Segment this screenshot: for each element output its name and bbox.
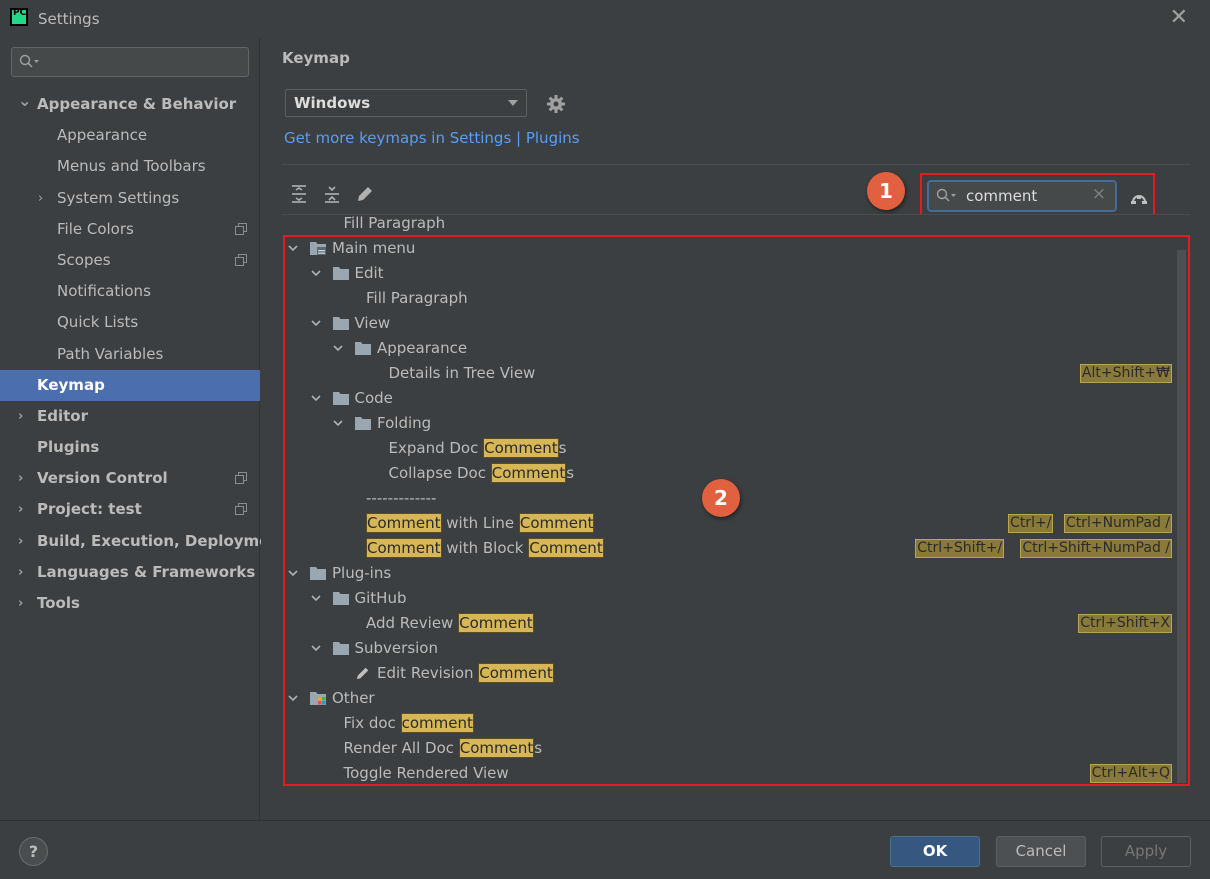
search-icon: [936, 188, 956, 202]
collapse-all-icon[interactable]: [321, 183, 343, 205]
sidebar-item-label: Notifications: [57, 282, 151, 301]
sidebar-item-label: Build, Execution, Deployment: [37, 531, 288, 550]
sidebar-item[interactable]: Quick Lists: [0, 307, 260, 338]
tree-row-label: Fill Paragraph: [343, 214, 446, 236]
project-level-icon: [235, 222, 247, 235]
tree-row[interactable]: Fill Paragraph: [282, 214, 1190, 236]
sidebar-item[interactable]: › System Settings: [0, 183, 260, 214]
help-button[interactable]: ?: [19, 837, 48, 866]
sidebar-item[interactable]: › Editor: [0, 401, 260, 432]
callout-badge-1: 1: [867, 172, 905, 210]
sidebar-item-label: Path Variables: [57, 344, 164, 363]
sidebar-item-label: Editor: [37, 406, 88, 425]
sidebar-item[interactable]: › Version Control: [0, 463, 260, 494]
ok-button[interactable]: OK: [890, 836, 980, 867]
sidebar-item-label: System Settings: [57, 188, 180, 207]
chevron-right-icon[interactable]: ›: [38, 183, 43, 214]
sidebar-item-label: Version Control: [37, 469, 168, 488]
sidebar-item-label: Quick Lists: [57, 313, 139, 332]
sidebar-item-label: Keymap: [37, 375, 105, 394]
sidebar-item[interactable]: Appearance: [0, 120, 260, 151]
sidebar-item[interactable]: File Colors: [0, 214, 260, 245]
sidebar-item-label: Tools: [37, 594, 80, 612]
chevron-down-icon: [508, 100, 518, 106]
project-level-icon: [235, 253, 247, 266]
clear-search-icon[interactable]: ×: [1092, 184, 1106, 204]
sidebar-item[interactable]: Menus and Toolbars: [0, 151, 260, 182]
sidebar-item[interactable]: ⌄ Appearance & Behavior: [0, 89, 260, 120]
get-more-keymaps-link[interactable]: Get more keymaps in Settings | Plugins: [284, 129, 580, 147]
chevron-right-icon[interactable]: ›: [18, 401, 23, 432]
sidebar-item-label: File Colors: [57, 219, 134, 238]
search-value: comment: [966, 187, 1038, 205]
cancel-button[interactable]: Cancel: [996, 836, 1086, 867]
sidebar-item[interactable]: › Tools: [0, 588, 260, 619]
sidebar-item-label: Menus and Toolbars: [57, 157, 206, 176]
sidebar-item-label: Scopes: [57, 250, 111, 269]
find-by-shortcut-icon[interactable]: [1128, 186, 1150, 208]
settings-nav: ⌄ Appearance & Behavior Appearance Menus an…: [0, 89, 287, 619]
chevron-right-icon[interactable]: ›: [18, 463, 23, 494]
keymap-select-value: Windows: [294, 94, 371, 112]
sidebar-item-label: Appearance & Behavior: [37, 95, 237, 113]
expand-all-icon[interactable]: [288, 183, 310, 205]
apply-button[interactable]: Apply: [1101, 836, 1191, 867]
chevron-right-icon[interactable]: ›: [18, 526, 23, 557]
sidebar-item-label: Languages & Frameworks: [37, 562, 256, 581]
close-icon[interactable]: ✕: [1170, 7, 1188, 29]
chevron-right-icon[interactable]: ›: [18, 557, 23, 588]
divider: [282, 164, 1190, 165]
pycharm-logo-icon: [10, 8, 28, 26]
chevron-right-icon[interactable]: ›: [18, 494, 23, 525]
edit-pencil-icon[interactable]: [354, 183, 376, 205]
sidebar-item[interactable]: › Languages & Frameworks: [0, 557, 260, 588]
chevron-right-icon[interactable]: ›: [18, 588, 23, 619]
settings-sidebar: ⌄ Appearance & Behavior Appearance Menus an…: [0, 38, 287, 820]
sidebar-item-label: Plugins: [37, 438, 100, 457]
title-bar: Settings ✕: [0, 0, 1210, 38]
dialog-footer: ? OK Cancel Apply: [0, 820, 1210, 879]
sidebar-item[interactable]: Path Variables: [0, 339, 260, 370]
project-level-icon: [235, 503, 247, 516]
chevron-down-icon[interactable]: ⌄: [18, 85, 31, 116]
project-level-icon: [235, 472, 247, 485]
tree-scrollbar[interactable]: [1177, 250, 1186, 783]
sidebar-item-label: Appearance: [57, 126, 148, 145]
keymap-select[interactable]: Windows: [285, 89, 527, 117]
sidebar-item[interactable]: Notifications: [0, 276, 260, 307]
page-title: Keymap: [282, 49, 350, 67]
sidebar-item[interactable]: › Build, Execution, Deployment: [0, 526, 287, 557]
gear-icon[interactable]: [545, 93, 567, 115]
search-icon: [19, 54, 39, 68]
label-text: Fill Paragraph: [343, 214, 446, 232]
sidebar-item[interactable]: › Project: test: [0, 494, 260, 525]
annotation-box-results: [283, 235, 1190, 786]
sidebar-search-input[interactable]: [11, 47, 249, 77]
sidebar-item[interactable]: Scopes: [0, 245, 260, 276]
sidebar-item-label: Project: test: [37, 500, 142, 519]
sidebar-item[interactable]: Plugins: [0, 432, 260, 463]
window-title: Settings: [38, 10, 100, 28]
action-search-input[interactable]: comment ×: [927, 180, 1117, 212]
sidebar-item[interactable]: Keymap: [0, 369, 260, 401]
